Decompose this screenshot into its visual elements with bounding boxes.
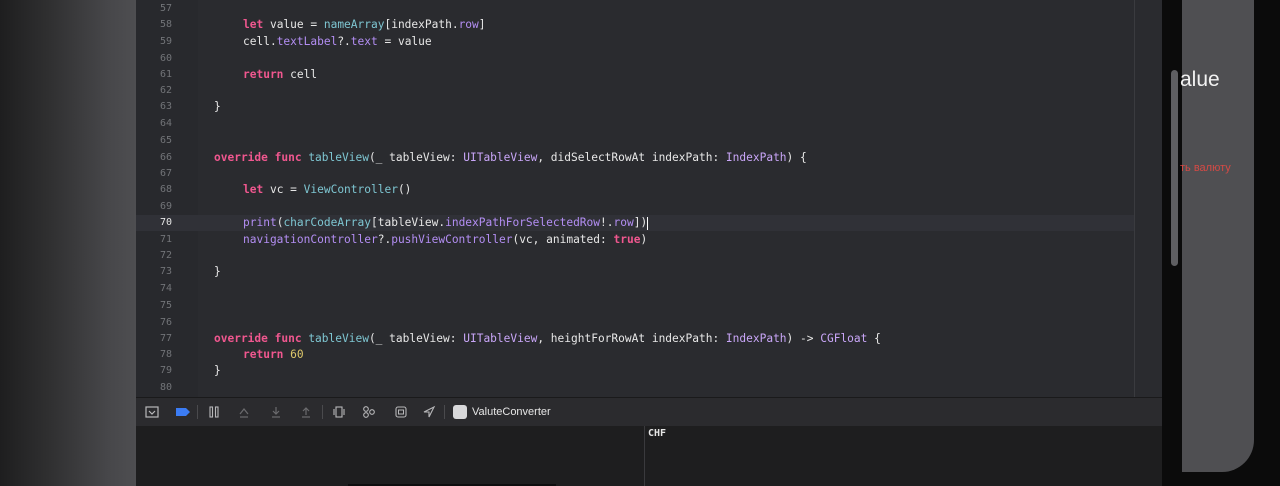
code-line[interactable]: 72 [136,248,1136,264]
line-number: 74 [159,283,172,294]
line-number: 62 [159,85,172,96]
line-number: 57 [159,3,172,14]
code-text[interactable]: } [214,99,221,115]
step-out-icon[interactable] [299,405,313,419]
step-over-icon[interactable] [237,405,251,419]
code-line[interactable]: 58 let value = nameArray[indexPath.row] [136,17,1136,33]
view-hierarchy-icon[interactable] [332,405,346,419]
line-number: 75 [159,300,172,311]
line-number: 59 [159,36,172,47]
code-text[interactable]: print(charCodeArray[tableView.indexPathF… [243,215,649,231]
toolbar-separator [197,405,198,419]
line-number: 76 [159,317,172,328]
code-line[interactable]: 59 cell.textLabel?.text = value [136,34,1136,50]
code-line[interactable]: 67 [136,166,1136,182]
code-line[interactable]: 60 [136,51,1136,67]
simulator-link-text[interactable]: ть валюту [1180,162,1231,174]
code-text[interactable]: } [214,264,221,280]
code-line[interactable]: 80 [136,380,1136,396]
line-number: 79 [159,365,172,376]
line-number: 63 [159,101,172,112]
line-number: 80 [159,382,172,393]
code-text[interactable]: override func tableView(_ tableView: UIT… [214,331,881,347]
hide-debug-area-icon[interactable] [145,405,159,419]
code-line[interactable]: 71 navigationController?.pushViewControl… [136,232,1136,248]
code-line[interactable]: 74 [136,281,1136,297]
text-cursor [647,216,649,230]
line-number: 60 [159,53,172,64]
code-line[interactable]: 57 [136,1,1136,17]
environment-overrides-icon[interactable] [394,405,408,419]
line-number: 64 [159,118,172,129]
code-text[interactable]: } [214,363,221,379]
line-number: 69 [159,201,172,212]
code-line[interactable]: 68 let vc = ViewController() [136,182,1136,198]
code-text[interactable]: let vc = ViewController() [243,182,411,198]
debug-toolbar: ValuteConverter [136,397,1182,427]
source-editor[interactable]: 57 58 let value = nameArray[indexPath.ro… [136,0,1182,397]
code-line[interactable]: 63 } [136,99,1136,115]
pause-icon[interactable] [207,405,221,419]
code-line[interactable]: 78 return 60 [136,347,1136,363]
code-text[interactable]: cell.textLabel?.text = value [243,34,432,50]
line-number: 61 [159,69,172,80]
code-line[interactable]: 76 [136,315,1136,331]
line-number: 72 [159,250,172,261]
console-output: CHF [648,428,667,439]
code-line[interactable]: 62 [136,83,1136,99]
line-number: 65 [159,135,172,146]
line-number: 66 [159,152,172,163]
step-into-icon[interactable] [269,405,283,419]
code-text[interactable]: let value = nameArray[indexPath.row] [243,17,486,33]
line-number: 77 [159,333,172,344]
line-number: 58 [159,19,172,30]
code-line[interactable]: 73 } [136,264,1136,280]
code-line[interactable]: 65 [136,133,1136,149]
line-number: 78 [159,349,172,360]
code-line[interactable]: 75 [136,298,1136,314]
code-text[interactable]: override func tableView(_ tableView: UIT… [214,150,807,166]
code-text[interactable]: navigationController?.pushViewController… [243,232,647,248]
line-number: 70 [159,217,172,228]
code-line[interactable]: 79 } [136,363,1136,379]
line-number: 67 [159,168,172,179]
app-icon [453,405,467,419]
line-number: 71 [159,234,172,245]
simulator-scrollbar[interactable] [1171,70,1178,266]
line-number: 68 [159,184,172,195]
background-desktop-blur [0,0,136,486]
simulate-location-icon[interactable] [422,405,436,419]
console-view[interactable]: CHF [645,426,1182,486]
breakpoints-toggle-icon[interactable] [175,405,190,419]
simulator-title-text: alue [1180,68,1220,91]
toolbar-separator [444,405,445,419]
code-text[interactable]: return cell [243,67,317,83]
scheme-label: ValuteConverter [472,406,551,418]
code-line[interactable]: 64 [136,116,1136,132]
toolbar-separator [322,405,323,419]
scheme-indicator[interactable]: ValuteConverter [453,405,551,419]
memory-graph-icon[interactable] [362,405,376,419]
line-number: 73 [159,266,172,277]
code-line[interactable]: 69 [136,199,1136,215]
code-line[interactable]: 77 override func tableView(_ tableView: … [136,331,1136,347]
code-line-current[interactable]: 70 print(charCodeArray[tableView.indexPa… [136,215,1134,231]
code-line[interactable]: 66 override func tableView(_ tableView: … [136,150,1136,166]
code-text[interactable]: return 60 [243,347,304,363]
variables-view[interactable] [136,426,645,486]
code-line[interactable]: 61 return cell [136,67,1136,83]
